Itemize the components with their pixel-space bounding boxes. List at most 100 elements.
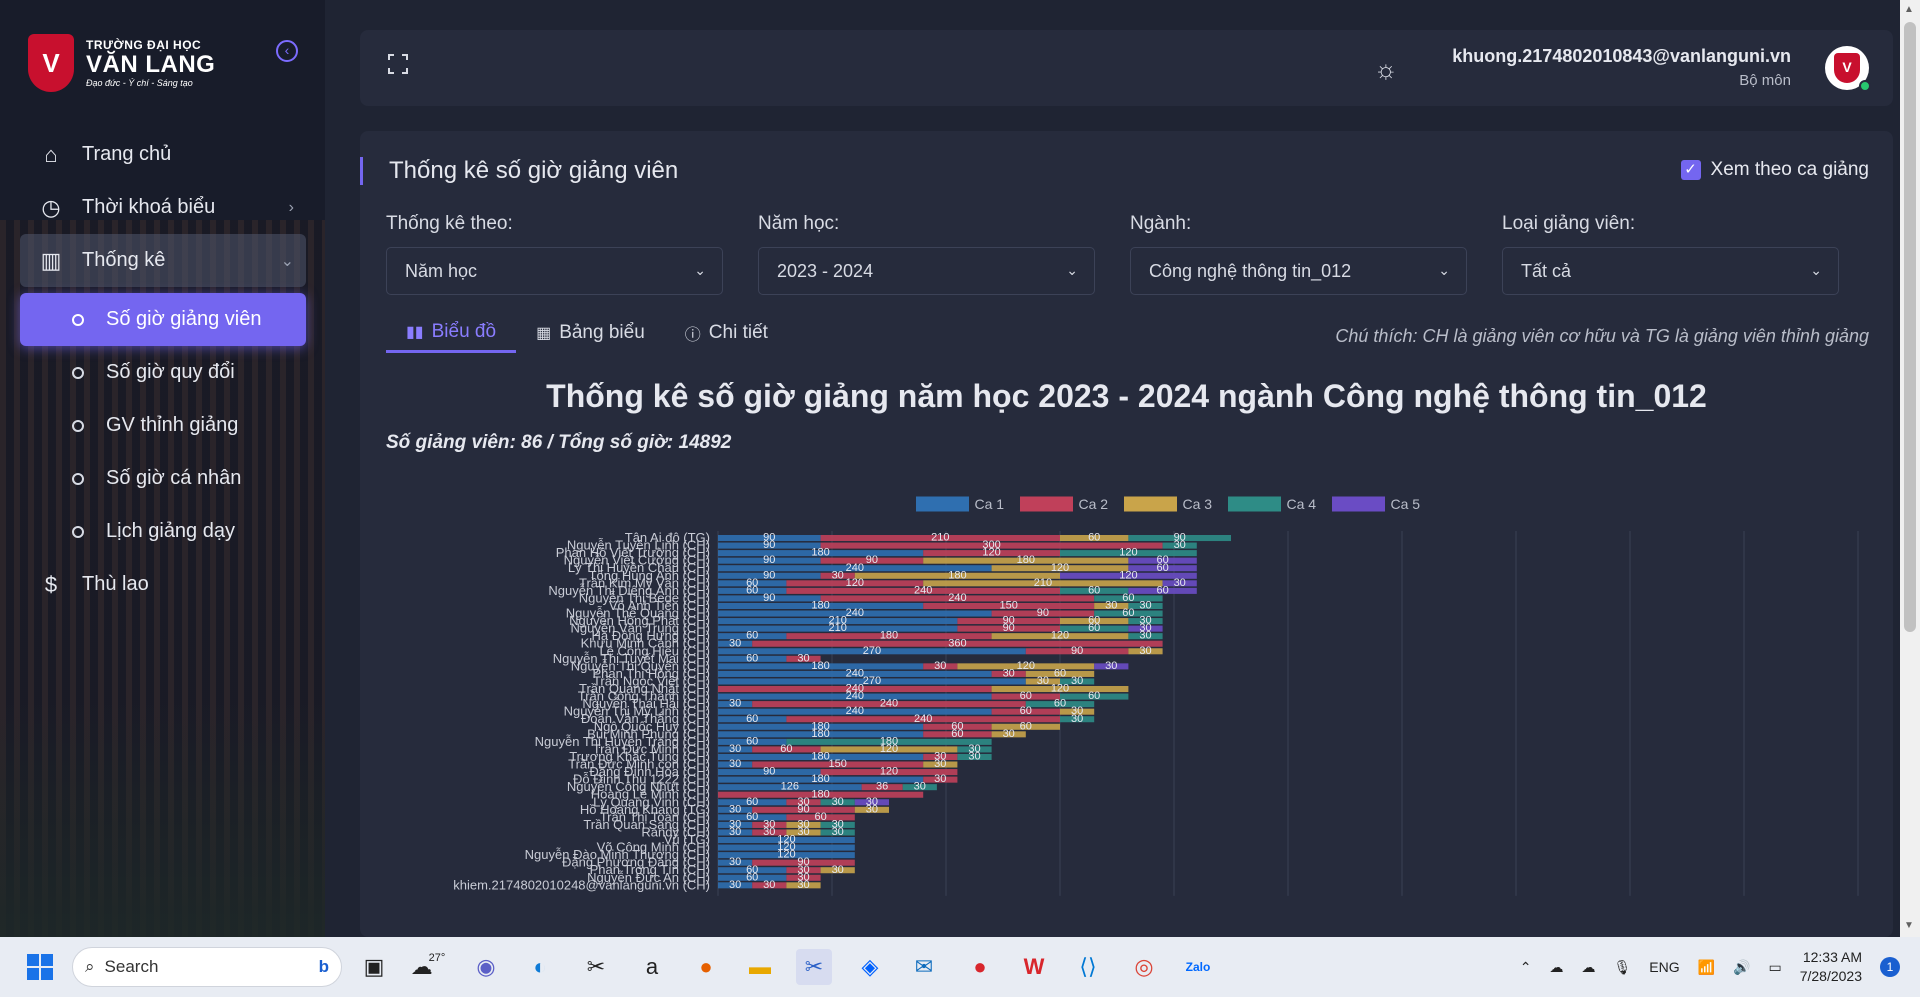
- bar-value-label: 120: [1051, 683, 1069, 695]
- scroll-thumb[interactable]: [1904, 22, 1916, 632]
- bar-value-label: 30: [763, 826, 775, 838]
- collapse-sidebar-icon[interactable]: ‹: [276, 40, 298, 62]
- edge-browser-icon[interactable]: ◐: [522, 949, 558, 985]
- major-select[interactable]: Công nghệ thông tin_012 ⌄: [1130, 247, 1467, 295]
- theme-toggle-sun-icon[interactable]: ☼: [1374, 54, 1398, 85]
- view-by-shift-toggle[interactable]: ✓ Xem theo ca giảng: [1680, 159, 1869, 181]
- bar-value-label: 60: [1054, 667, 1066, 679]
- wifi-icon[interactable]: 📶: [1698, 959, 1715, 976]
- bing-icon[interactable]: b: [319, 957, 329, 977]
- chart-subtitle: Số giảng viên: 86 / Tổng số giờ: 14892: [386, 432, 732, 453]
- select-value: Tất cả: [1521, 260, 1572, 281]
- sidebar-item-statistics[interactable]: ▥ Thống kê ⌄: [20, 234, 306, 287]
- firefox-icon[interactable]: ●: [688, 949, 724, 985]
- bar-value-label: 180: [811, 547, 829, 559]
- sidebar-menu: ⌂ Trang chủ ◷ Thời khoá biểu › ▥ Thống k…: [20, 128, 306, 611]
- sidebar-item-label: Thù lao: [82, 573, 149, 595]
- sidebar-item-compensation[interactable]: $ Thù lao: [20, 558, 306, 611]
- view-by-shift-label: Xem theo ca giảng: [1710, 159, 1869, 180]
- sidebar-subitem-visiting-lecturers[interactable]: GV thỉnh giảng: [20, 399, 306, 452]
- app-window: V TRƯỜNG ĐẠI HỌC VĂN LANG Đạo đức - Ý ch…: [0, 0, 1920, 937]
- cloud-sync-icon[interactable]: ☁: [1581, 959, 1595, 976]
- bar-value-label: 60: [1088, 532, 1100, 544]
- microphone-icon[interactable]: 🎙: [1613, 959, 1631, 976]
- onedrive-icon[interactable]: ☁: [1549, 959, 1563, 976]
- fullscreen-icon[interactable]: [386, 52, 410, 76]
- bar-value-label: 60: [746, 796, 758, 808]
- bar-value-label: 240: [846, 562, 864, 574]
- bar-value-label: 180: [811, 773, 829, 785]
- bar-value-label: 30: [729, 758, 741, 770]
- checkbox-checked-icon[interactable]: ✓: [1680, 160, 1701, 180]
- tab-chart[interactable]: ▮▮ Biểu đồ: [386, 313, 517, 353]
- logo[interactable]: V TRƯỜNG ĐẠI HỌC VĂN LANG Đạo đức - Ý ch…: [28, 34, 215, 92]
- scroll-up-arrow-icon[interactable]: ▲: [1904, 4, 1914, 15]
- chevron-up-icon[interactable]: ⌃: [1520, 959, 1532, 976]
- lecturer-type-select[interactable]: Tất cả ⌄: [1502, 247, 1839, 295]
- sidebar-subitem-personal-hours[interactable]: Số giờ cá nhân: [20, 452, 306, 505]
- tab-details[interactable]: ⓘ Chi tiết: [665, 313, 788, 353]
- sidebar-subitem-lecturer-hours[interactable]: Số giờ giảng viên: [20, 293, 306, 346]
- snipping-tool-icon[interactable]: ✂: [578, 949, 614, 985]
- legend-label: Ca 4: [1287, 496, 1317, 512]
- bar-value-label: 30: [934, 660, 946, 672]
- weather-icon[interactable]: ☁ 27°: [410, 949, 446, 985]
- sidebar-subitem-label: Số giờ quy đổi: [106, 361, 235, 383]
- task-view-icon[interactable]: ▣: [356, 949, 392, 985]
- sidebar-item-home[interactable]: ⌂ Trang chủ: [20, 128, 306, 181]
- bar-value-label: 30: [914, 781, 926, 793]
- bar-value-label: 240: [914, 584, 932, 596]
- dropbox-icon[interactable]: ◈: [852, 949, 888, 985]
- sidebar-subitem-teaching-schedule[interactable]: Lịch giảng dạy: [20, 505, 306, 558]
- legend-swatch: [1332, 496, 1385, 512]
- bar-value-label: 60: [746, 584, 758, 596]
- battery-icon[interactable]: ▭: [1768, 959, 1781, 976]
- bar-value-label: 90: [763, 766, 775, 778]
- file-explorer-icon[interactable]: ▬: [742, 949, 778, 985]
- clock[interactable]: 12:33 AM 7/28/2023: [1800, 948, 1862, 986]
- sidebar-item-timetable[interactable]: ◷ Thời khoá biểu ›: [20, 181, 306, 234]
- legend-item: Ca 2: [1020, 496, 1108, 512]
- vscode-icon[interactable]: ⟨⟩: [1070, 949, 1106, 985]
- filter-label: Loại giảng viên:: [1502, 213, 1636, 234]
- bar-value-label: 30: [1105, 660, 1117, 672]
- amazon-icon[interactable]: a: [634, 949, 670, 985]
- bar-value-label: 30: [729, 803, 741, 815]
- chevron-down-icon: ⌄: [694, 262, 706, 278]
- notification-badge[interactable]: 1: [1880, 957, 1900, 977]
- scroll-down-arrow-icon[interactable]: ▼: [1904, 920, 1914, 931]
- user-email[interactable]: khuong.2174802010843@vanlanguni.vn: [1452, 46, 1791, 67]
- bar-value-label: 120: [777, 849, 795, 861]
- school-year-select[interactable]: 2023 - 2024 ⌄: [758, 247, 1095, 295]
- page-scrollbar[interactable]: ▲ ▼: [1900, 0, 1920, 937]
- tab-label: Chi tiết: [708, 322, 768, 343]
- bar-value-label: 270: [863, 645, 881, 657]
- foxit-icon[interactable]: ●: [962, 949, 998, 985]
- bar-value-label: 30: [866, 803, 878, 815]
- search-icon: ⌕: [85, 957, 95, 976]
- stat-by-select[interactable]: Năm học ⌄: [386, 247, 723, 295]
- mail-icon[interactable]: ✉: [906, 949, 942, 985]
- bar-value-label: 30: [729, 698, 741, 710]
- chrome-icon[interactable]: ◎: [1126, 949, 1162, 985]
- tab-table[interactable]: ▦ Bảng biểu: [516, 313, 665, 353]
- taskbar-search-input[interactable]: ⌕ Search b: [72, 947, 342, 987]
- tab-label: Bảng biểu: [559, 322, 645, 343]
- teams-chat-icon[interactable]: ◉: [468, 949, 504, 985]
- language-indicator[interactable]: ENG: [1649, 959, 1679, 975]
- bar-value-label: 30: [729, 856, 741, 868]
- wps-office-icon[interactable]: W: [1016, 949, 1052, 985]
- online-status-dot: [1859, 80, 1871, 92]
- bar-value-label: 90: [1037, 607, 1049, 619]
- chevron-right-icon: ›: [288, 198, 294, 216]
- sidebar-subitem-converted-hours[interactable]: Số giờ quy đổi: [20, 346, 306, 399]
- windows-start-icon[interactable]: [22, 949, 58, 985]
- category-label: khiem.2174802010248@vanlanguni.vn (CH): [453, 877, 710, 892]
- zalo-icon[interactable]: Zalo: [1180, 949, 1216, 985]
- clock-icon: ◷: [41, 194, 61, 220]
- grid-icon: ▦: [536, 325, 552, 342]
- bar-value-label: 150: [829, 758, 847, 770]
- bar-value-label: 60: [1088, 622, 1100, 634]
- snip-sketch-icon[interactable]: ✂: [796, 949, 832, 985]
- volume-icon[interactable]: 🔊: [1733, 959, 1750, 976]
